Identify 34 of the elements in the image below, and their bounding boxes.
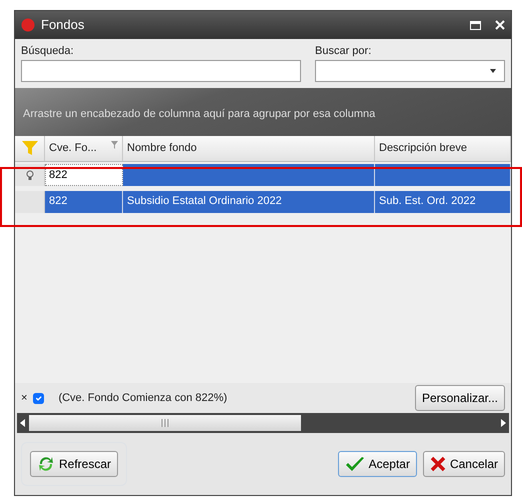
filter-text: (Cve. Fondo Comienza con 822%) xyxy=(58,390,228,406)
group-panel-hint: Arrastre un encabezado de columna aquí para agrupar por esa columna xyxy=(23,108,376,120)
checkmark-icon xyxy=(344,456,365,472)
cross-icon xyxy=(430,456,446,472)
table-cell[interactable]: Sub. Est. Ord. 2022 xyxy=(375,190,511,212)
filter-cell[interactable] xyxy=(123,164,375,186)
accept-button[interactable]: Aceptar xyxy=(338,451,417,477)
app-icon xyxy=(21,18,35,32)
table-cell[interactable]: Subsidio Estatal Ordinario 2022 xyxy=(123,190,375,212)
caret-icon xyxy=(490,68,496,72)
search-label: Búsqueda: xyxy=(21,44,75,59)
column-header[interactable]: Nombre fondo xyxy=(123,136,375,160)
close-icon[interactable] xyxy=(495,20,505,30)
clear-filter-icon[interactable]: × xyxy=(21,390,28,406)
scrollbar-thumb[interactable] xyxy=(29,415,301,431)
column-filter-icon[interactable] xyxy=(111,140,118,148)
filter-checkbox[interactable] xyxy=(33,392,44,404)
table-cell[interactable]: 822 xyxy=(45,190,123,212)
customize-button[interactable]: Personalizar... xyxy=(414,385,505,411)
refresh-button[interactable]: Refrescar xyxy=(30,451,118,477)
search-field[interactable] xyxy=(21,60,301,82)
window-title: Fondos xyxy=(41,16,86,34)
maximize-icon[interactable] xyxy=(470,20,481,30)
search-by-label: Buscar por: xyxy=(315,44,372,59)
column-header[interactable]: Descripción breve xyxy=(375,136,511,160)
cancel-button[interactable]: Cancelar xyxy=(422,451,505,477)
row-indicator[interactable] xyxy=(15,164,45,186)
column-header[interactable]: Cve. Fo... xyxy=(45,136,123,160)
filter-cell[interactable] xyxy=(375,164,511,186)
refresh-icon xyxy=(37,455,55,473)
grip-icon xyxy=(161,419,169,427)
search-by-dropdown[interactable] xyxy=(315,60,505,82)
filter-input[interactable]: 822 xyxy=(45,164,123,186)
lightbulb-icon xyxy=(26,170,34,180)
